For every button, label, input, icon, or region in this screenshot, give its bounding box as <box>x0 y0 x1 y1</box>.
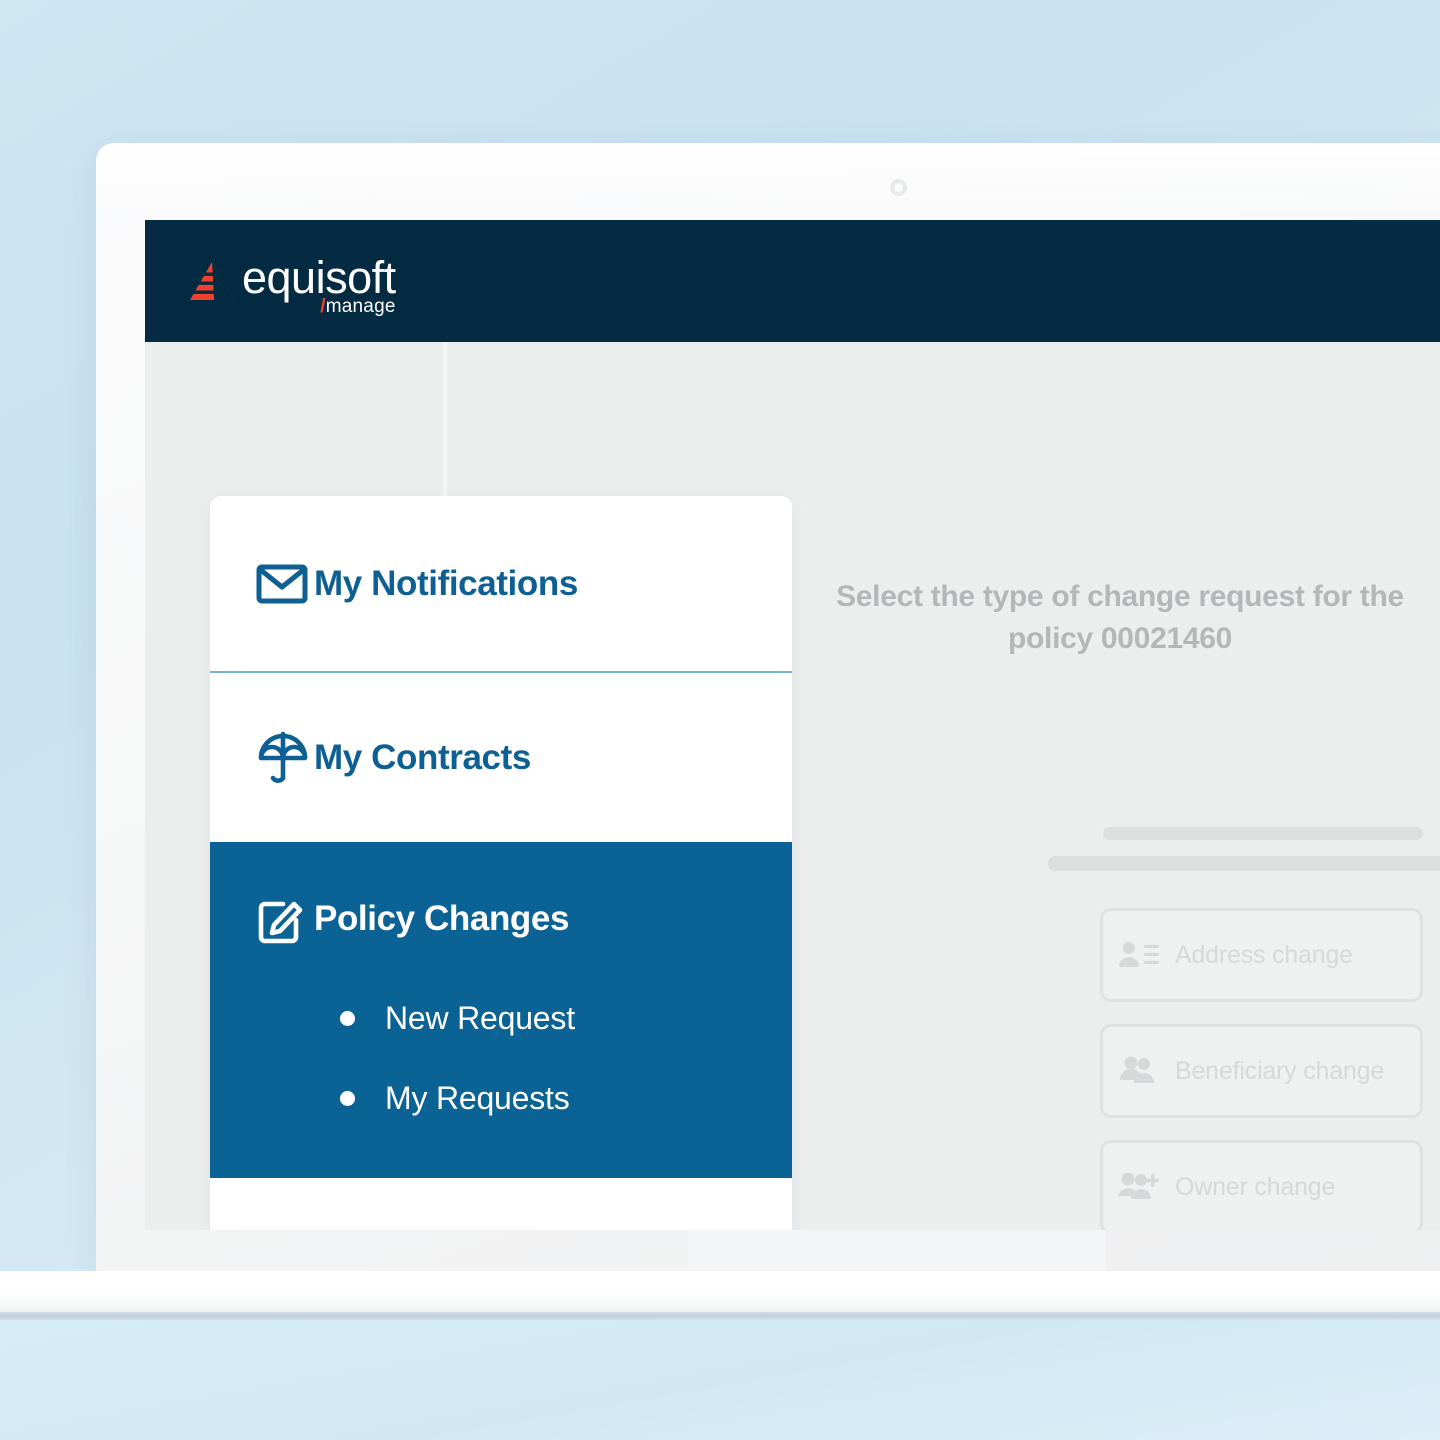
brand-logo[interactable]: equisoft /manage <box>190 252 396 317</box>
brand-product-label: manage <box>325 296 396 317</box>
app-content: My Notifications My Contracts Policy Cha… <box>145 342 1440 1230</box>
skeleton-bar <box>1048 856 1440 871</box>
sidebar-item-label: Policy Changes <box>314 899 570 938</box>
app-screen: equisoft /manage My Notifications My Con… <box>145 220 1440 1230</box>
edit-square-icon <box>256 894 314 944</box>
people-plus-icon <box>1103 1172 1175 1202</box>
page-title: Select the type of change request for th… <box>836 580 1404 656</box>
desk-surface <box>0 1320 1440 1440</box>
envelope-icon <box>256 563 314 605</box>
brand-name: equisoft <box>242 252 396 303</box>
sidebar-item-label: My Contracts <box>314 737 531 777</box>
sidebar-subitem-new-request[interactable]: New Request <box>210 978 792 1058</box>
option-card-owner-change[interactable]: Owner change <box>1100 1140 1423 1230</box>
option-label: Beneficiary change <box>1175 1056 1385 1085</box>
equisoft-pyramid-icon <box>190 262 234 300</box>
sidebar-nav: My Notifications My Contracts Policy Cha… <box>210 496 792 1230</box>
bullet-icon <box>340 1090 355 1106</box>
skeleton-bar <box>1103 827 1423 840</box>
brand-product: /manage <box>320 296 395 318</box>
sidebar-subitem-my-requests[interactable]: My Requests <box>210 1058 792 1138</box>
option-card-address-change[interactable]: Address change <box>1100 908 1423 1002</box>
person-lines-icon <box>1103 940 1175 970</box>
laptop-base-plate <box>688 1228 1106 1272</box>
change-request-panel: Select the type of change request for th… <box>800 496 1440 1230</box>
scene: equisoft /manage My Notifications My Con… <box>0 0 1440 1440</box>
sidebar-item-label: My Notifications <box>314 563 578 603</box>
sidebar-item-my-contracts[interactable]: My Contracts <box>210 673 792 842</box>
option-card-beneficiary-change[interactable]: Beneficiary change <box>1100 1024 1423 1118</box>
sidebar-item-policy-changes[interactable]: Policy Changes <box>210 894 792 944</box>
option-label: Owner change <box>1175 1172 1336 1201</box>
sidebar-sublist: New Request My Requests <box>210 978 792 1138</box>
bullet-icon <box>340 1010 355 1026</box>
umbrella-icon <box>256 730 314 786</box>
sidebar-item-my-notifications[interactable]: My Notifications <box>210 496 792 671</box>
people-icon <box>1103 1056 1175 1086</box>
sidebar-group-policy-changes: Policy Changes New Request My Requests <box>210 842 792 1178</box>
webcam-icon <box>890 179 907 196</box>
sidebar-subitem-label: New Request <box>385 999 575 1036</box>
sidebar-item-documents-forms[interactable]: Documents & Forms <box>210 1178 792 1230</box>
app-header: equisoft /manage <box>145 220 1440 342</box>
option-label: Address change <box>1175 940 1353 969</box>
sidebar-subitem-label: My Requests <box>385 1079 570 1116</box>
